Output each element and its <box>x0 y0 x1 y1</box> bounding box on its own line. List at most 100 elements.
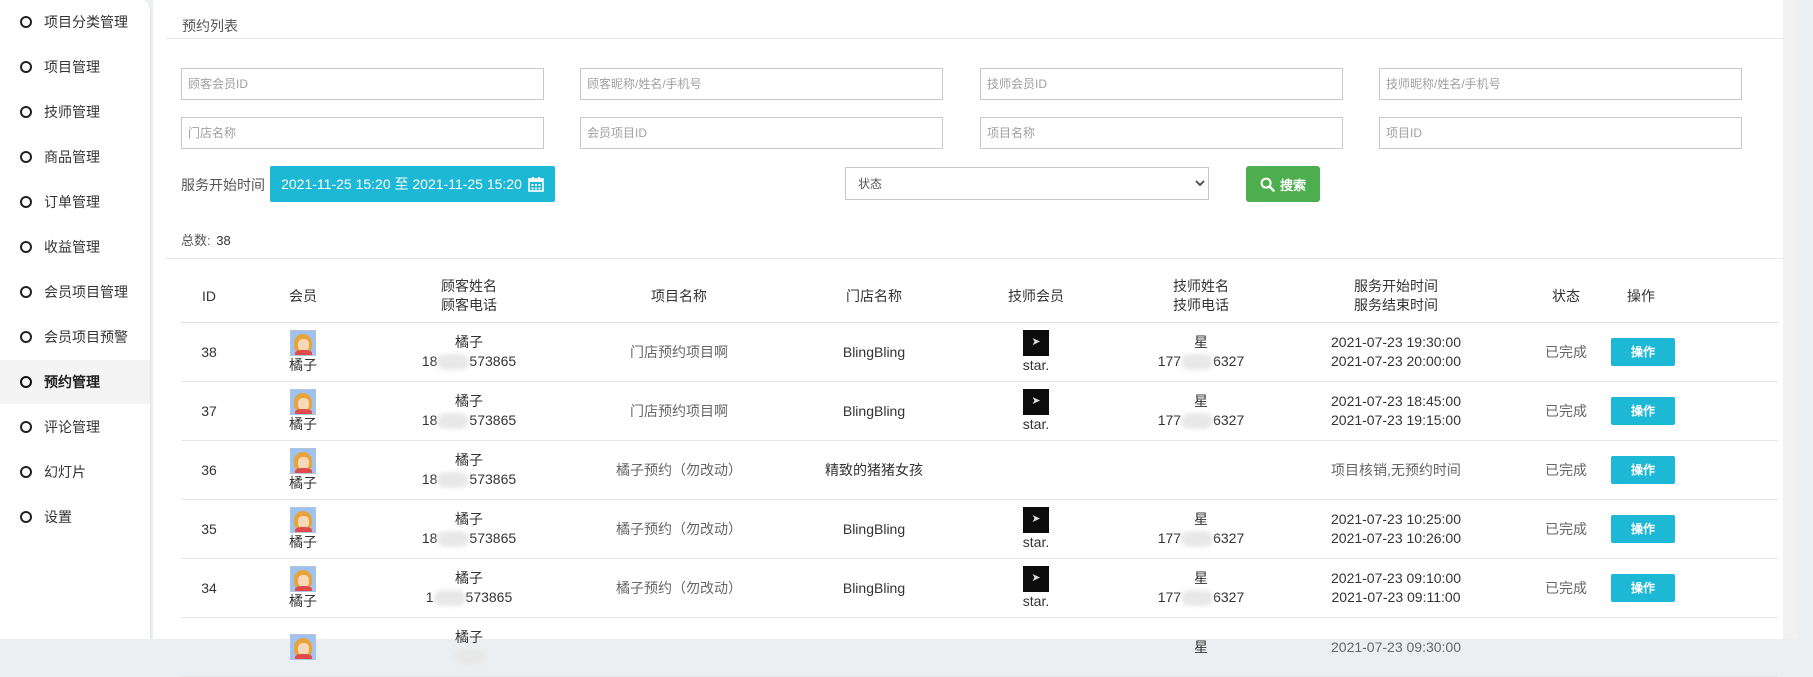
phone-prefix: 18 <box>421 471 438 487</box>
sidebar-item-revenue[interactable]: 收益管理 <box>0 225 150 269</box>
col-action: 操作 <box>1611 270 1671 322</box>
phone-prefix: 18 <box>421 412 438 428</box>
cell-tech: 星 177 6327 <box>1141 559 1261 617</box>
cell-time: 2021-07-23 19:30:00 2021-07-23 20:00:00 <box>1316 323 1476 381</box>
customer-phone: 18 573865 <box>422 411 516 430</box>
action-button[interactable]: 操作 <box>1611 397 1675 425</box>
sidebar-item-label: 设置 <box>44 509 72 525</box>
action-button[interactable]: 操作 <box>1611 338 1675 366</box>
sidebar-item-member-warning[interactable]: 会员项目预警 <box>0 315 150 359</box>
status-select[interactable]: 状态 <box>845 167 1209 200</box>
row-id: 35 <box>201 520 217 537</box>
tech-phone: 177 6327 <box>1158 588 1245 607</box>
table-row: 34 橘子 橘子 1 573865 橘子预约（勿改动） BlingBling ➤ star. 星 1… <box>181 559 1778 618</box>
sidebar-item-category[interactable]: 项目分类管理 <box>0 0 150 44</box>
col-time: 服务开始时间 服务结束时间 <box>1316 270 1476 322</box>
cell-time: 项目核销,无预约时间 <box>1316 441 1476 499</box>
search-button[interactable]: 搜索 <box>1246 166 1320 202</box>
customer-name-input[interactable] <box>580 68 943 100</box>
tech-avatar: ➤ <box>1023 388 1049 415</box>
header-tech-phone: 技师电话 <box>1173 297 1229 313</box>
tech-phone-suffix: 6327 <box>1213 412 1245 428</box>
tech-member-name: star. <box>1022 533 1050 550</box>
table-row: 38 橘子 橘子 18 573865 门店预约项目啊 BlingBling ➤ star. 星 17… <box>181 323 1778 382</box>
sidebar-item-technician[interactable]: 技师管理 <box>0 90 150 134</box>
sidebar-item-orders[interactable]: 订单管理 <box>0 180 150 224</box>
member-name: 橘子 <box>289 533 317 550</box>
circle-icon <box>20 331 32 343</box>
member-name: 橘子 <box>289 474 317 491</box>
tech-id-input[interactable] <box>980 68 1343 100</box>
cell-store: BlingBling <box>794 500 954 558</box>
sidebar-item-member-project[interactable]: 会员项目管理 <box>0 270 150 314</box>
main-panel: 预约列表 服务开始时间 2021-11-25 15:20 至 2021-11-2… <box>153 0 1798 677</box>
start-time: 2021-07-23 18:45:00 <box>1331 393 1461 409</box>
circle-icon <box>20 16 32 28</box>
tech-member-name: star. <box>1022 592 1050 609</box>
store-name: BlingBling <box>842 343 906 360</box>
circle-icon <box>20 196 32 208</box>
sidebar-item-appointments[interactable]: 预约管理 <box>0 360 150 404</box>
redaction <box>1181 413 1214 430</box>
cell-status: 已完成 <box>1536 441 1596 499</box>
tech-avatar: ➤ <box>1023 506 1049 533</box>
action-button[interactable]: 操作 <box>1611 515 1675 543</box>
header-tech-member: 技师会员 <box>1008 287 1064 304</box>
circle-icon <box>20 421 32 433</box>
cell-tech-member: ➤ star. <box>986 382 1086 440</box>
customer-id-input[interactable] <box>181 68 544 100</box>
customer-phone: 1 573865 <box>425 588 512 607</box>
sidebar-item-comments[interactable]: 评论管理 <box>0 405 150 449</box>
date-range-picker[interactable]: 2021-11-25 15:20 至 2021-11-25 15:20 <box>270 166 555 202</box>
start-time: 2021-07-23 19:30:00 <box>1331 334 1461 350</box>
cell-status <box>1536 618 1596 676</box>
sidebar-item-settings[interactable]: 设置 <box>0 495 150 539</box>
cell-id <box>181 618 237 676</box>
sidebar-item-project[interactable]: 项目管理 <box>0 45 150 89</box>
sidebar-item-label: 商品管理 <box>44 149 100 165</box>
action-button[interactable]: 操作 <box>1611 456 1675 484</box>
tech-name: 星 <box>1194 570 1208 586</box>
tech-member-name: star. <box>1022 356 1050 373</box>
project-name: 橘子预约（勿改动） <box>616 579 742 596</box>
sidebar-item-label: 预约管理 <box>44 374 100 390</box>
cell-member: 橘子 <box>261 382 345 440</box>
tech-name-input[interactable] <box>1379 68 1742 100</box>
project-name: 门店预约项目啊 <box>630 343 728 360</box>
sidebar-item-label: 会员项目管理 <box>44 284 128 300</box>
sidebar-item-label: 技师管理 <box>44 104 100 120</box>
circle-icon <box>20 286 32 298</box>
tech-phone: 177 6327 <box>1158 352 1244 371</box>
status-text: 已完成 <box>1545 343 1587 360</box>
project-id-input[interactable] <box>1379 117 1742 149</box>
col-project: 项目名称 <box>589 270 769 322</box>
avatar <box>290 447 316 474</box>
project-name-input[interactable] <box>980 117 1343 149</box>
end-time: 2021-07-23 20:00:00 <box>1331 353 1461 369</box>
sidebar-item-label: 订单管理 <box>44 194 100 210</box>
store-name-input[interactable] <box>181 117 544 149</box>
sidebar-item-slides[interactable]: 幻灯片 <box>0 450 150 494</box>
member-project-id-input[interactable] <box>580 117 943 149</box>
phone-prefix: 1 <box>425 589 434 605</box>
row-id: 34 <box>201 579 217 596</box>
cell-project: 橘子预约（勿改动） <box>589 500 769 558</box>
customer-name: 橘子 <box>455 629 483 645</box>
cell-time: 2021-07-23 18:45:00 2021-07-23 19:15:00 <box>1316 382 1476 440</box>
cell-time: 2021-07-23 09:10:00 2021-07-23 09:11:00 <box>1316 559 1476 617</box>
cell-tech <box>1141 441 1261 499</box>
action-button[interactable]: 操作 <box>1611 574 1675 602</box>
avatar <box>290 388 316 415</box>
avatar <box>290 634 316 660</box>
cell-customer: 橘子 18 573865 <box>409 382 529 440</box>
cell-tech-member: ➤ star. <box>986 323 1086 381</box>
sidebar-item-goods[interactable]: 商品管理 <box>0 135 150 179</box>
tech-phone: 177 6327 <box>1158 411 1245 430</box>
tech-phone-suffix: 6327 <box>1213 589 1245 605</box>
cell-customer: 橘子 1 573865 <box>409 559 529 617</box>
cell-customer: 橘子 18 573865 <box>409 441 529 499</box>
table-row: 37 橘子 橘子 18 573865 门店预约项目啊 BlingBling ➤ star. 星 17… <box>181 382 1778 441</box>
scrollbar[interactable] <box>1783 0 1798 639</box>
header-action: 操作 <box>1627 287 1655 304</box>
phone-suffix: 573865 <box>469 412 517 428</box>
